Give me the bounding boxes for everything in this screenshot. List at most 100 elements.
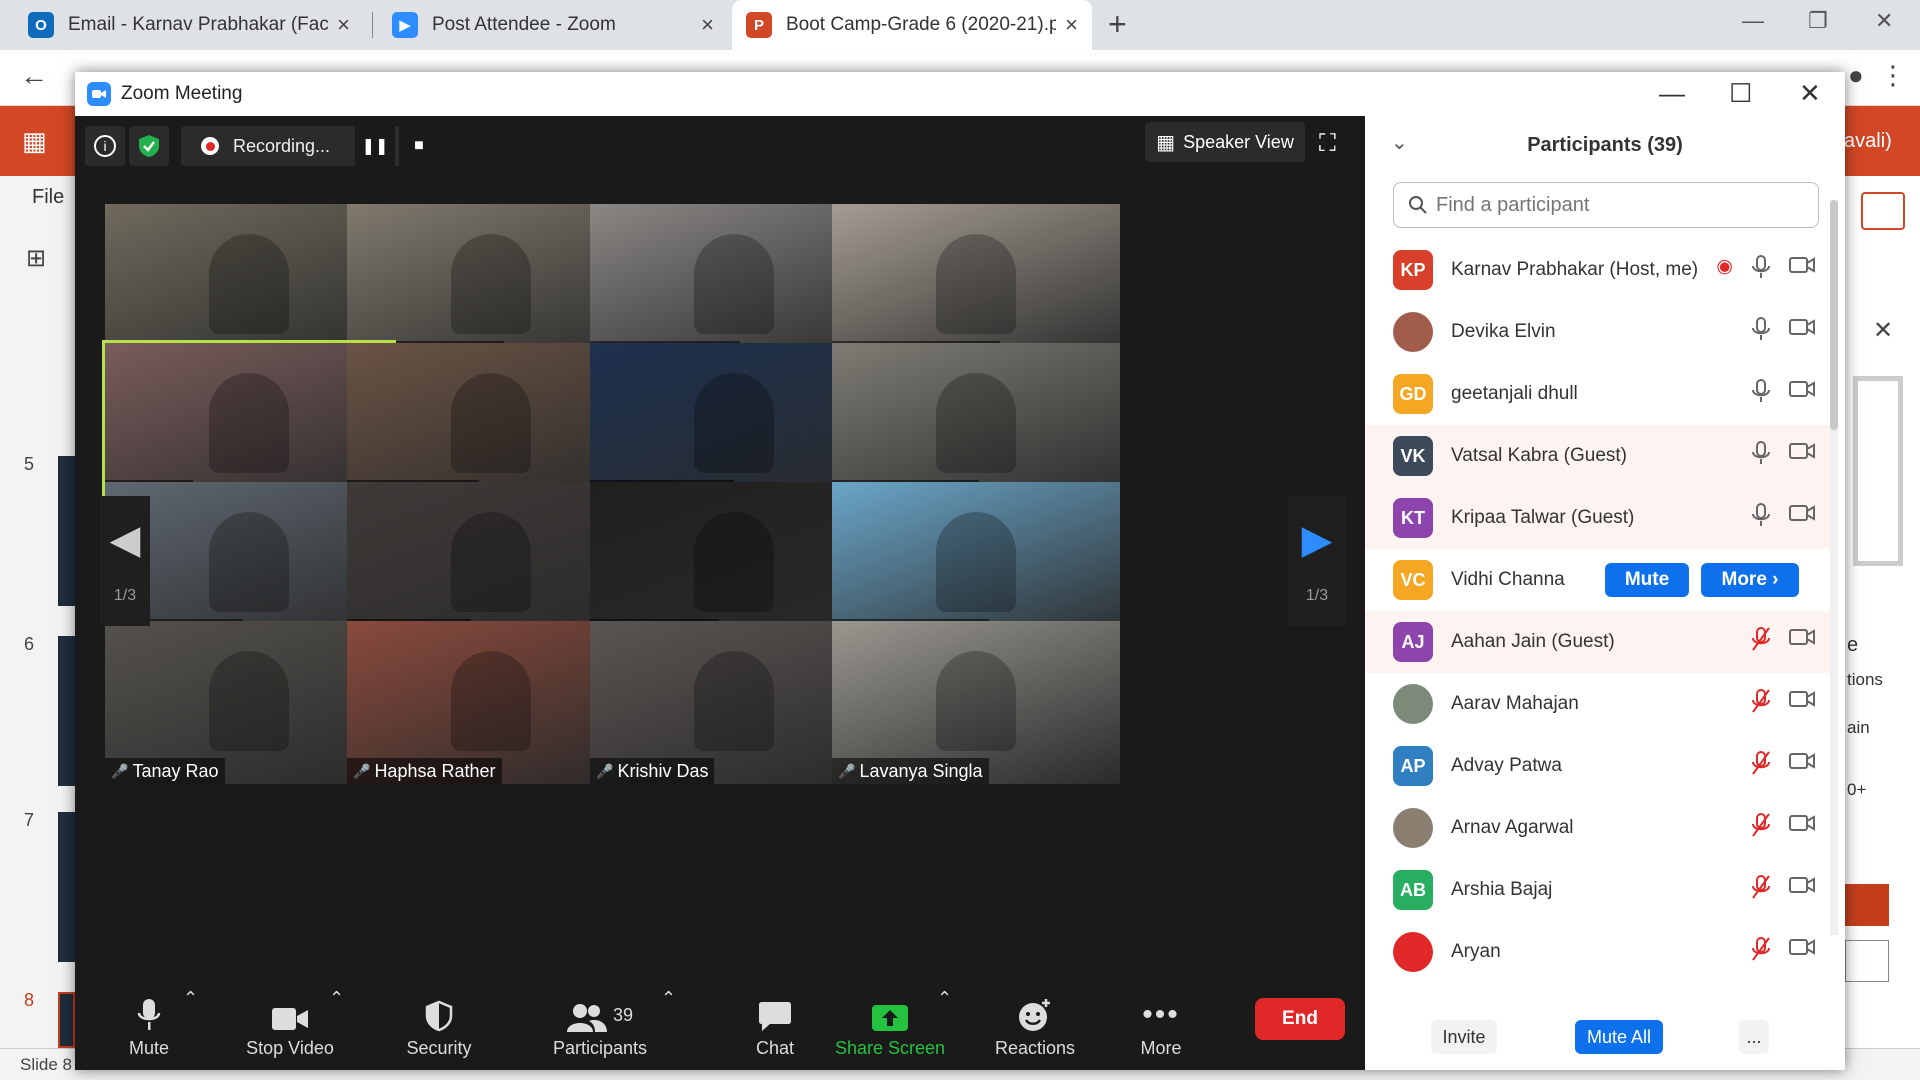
participant-row[interactable]: VK Vatsal Kabra (Guest) — [1365, 425, 1833, 487]
pane-button[interactable] — [1845, 884, 1889, 926]
speaker-view-button[interactable]: ▦ Speaker View — [1145, 122, 1305, 162]
more-options-button[interactable]: ... — [1739, 1020, 1769, 1054]
avatar — [1393, 312, 1433, 352]
participant-status-icons — [1751, 813, 1815, 843]
mute-all-button[interactable]: Mute All — [1575, 1020, 1663, 1054]
present-button[interactable] — [1861, 192, 1905, 230]
pane-text: e — [1847, 634, 1859, 656]
slideshow-icon[interactable]: ⊞ — [26, 244, 46, 273]
browser-tab-zoom[interactable]: ▶ Post Attendee - Zoom × — [378, 0, 728, 50]
chevron-up-icon[interactable]: ⌃ — [183, 988, 198, 1009]
menu-dots-icon[interactable]: ⋮ — [1880, 60, 1906, 91]
pause-recording-button[interactable]: ❚❚ — [355, 126, 395, 166]
previous-page-button[interactable]: ◀ 1/3 — [100, 496, 150, 626]
new-tab-button[interactable]: + — [1108, 6, 1127, 43]
participant-status-icons — [1751, 875, 1815, 905]
participant-row[interactable]: AB Arshia Bajaj — [1365, 859, 1833, 921]
minimize-icon[interactable]: — — [1742, 8, 1764, 34]
microphone-icon — [1751, 503, 1771, 533]
stop-icon: ■ — [414, 137, 424, 154]
search-input[interactable] — [1436, 193, 1796, 217]
camera-icon — [1789, 441, 1815, 471]
slide-thumbnail[interactable] — [58, 992, 75, 1048]
person-silhouette — [694, 512, 774, 612]
security-button[interactable]: Security — [389, 988, 489, 1059]
fullscreen-icon[interactable]: ⛶ — [1319, 130, 1336, 158]
avatar: KT — [1393, 498, 1433, 538]
muted-mic-icon: 🎤 — [353, 762, 371, 779]
chat-button[interactable]: Chat — [735, 988, 815, 1059]
chevron-up-icon[interactable]: ⌃ — [661, 988, 676, 1009]
stop-recording-button[interactable]: ■ — [399, 126, 439, 166]
slide-number: 5 — [24, 454, 35, 474]
more-button[interactable]: ••• More — [1121, 988, 1201, 1059]
participant-row[interactable]: Arnav Agarwal — [1365, 797, 1833, 859]
participants-scrollbar[interactable] — [1830, 200, 1838, 935]
browser-tab-email[interactable]: O Email - Karnav Prabhakar (Faculty × — [14, 0, 364, 50]
microphone-icon — [1751, 441, 1771, 471]
video-tile[interactable]: 🎤 Lavanya Singla — [832, 621, 1120, 784]
chevron-up-icon[interactable]: ⌃ — [329, 988, 344, 1009]
back-arrow-icon[interactable]: ← — [20, 60, 48, 92]
participant-name: Advay Patwa — [1451, 755, 1562, 776]
participant-row[interactable]: GD geetanjali dhull — [1365, 363, 1833, 425]
muted-mic-icon — [1751, 937, 1771, 967]
pane-button[interactable] — [1845, 940, 1889, 982]
participant-row[interactable]: Devika Elvin — [1365, 301, 1833, 363]
microphone-icon — [137, 988, 161, 1032]
browser-tab-powerpoint[interactable]: P Boot Camp-Grade 6 (2020-21).pp × — [732, 0, 1092, 50]
participants-button[interactable]: 39 Participants — [535, 988, 665, 1059]
close-icon[interactable]: ✕ — [1873, 316, 1893, 345]
slide-thumbnail[interactable] — [58, 636, 75, 786]
info-button[interactable]: i — [85, 126, 125, 166]
close-icon[interactable]: × — [337, 12, 350, 38]
row-more-button[interactable]: More › — [1701, 563, 1799, 597]
participant-name-label: 🎤 Tanay Rao — [105, 758, 225, 784]
participant-search[interactable] — [1393, 182, 1819, 228]
camera-icon — [1789, 813, 1815, 843]
participant-row[interactable]: KT Kripaa Talwar (Guest) — [1365, 487, 1833, 549]
next-page-button[interactable]: ▶ 1/3 — [1287, 496, 1347, 626]
slide-thumbnail[interactable] — [58, 812, 75, 962]
reactions-button[interactable]: Reactions — [975, 988, 1095, 1059]
encryption-button[interactable] — [129, 126, 169, 166]
row-mute-button[interactable]: Mute — [1605, 563, 1689, 597]
participants-title: Participants (39) — [1527, 134, 1683, 156]
chat-icon — [758, 988, 792, 1032]
share-screen-button[interactable]: Share Screen — [825, 988, 955, 1059]
tile-name: Lavanya Singla — [859, 760, 983, 781]
info-icon: i — [94, 135, 116, 157]
microphone-icon — [1751, 255, 1771, 285]
avatar — [1393, 808, 1433, 848]
file-menu[interactable]: File — [32, 186, 64, 209]
person-silhouette — [936, 234, 1016, 334]
invite-button[interactable]: Invite — [1431, 1020, 1497, 1054]
profile-icon[interactable]: ● — [1848, 60, 1864, 91]
end-meeting-button[interactable]: End — [1255, 998, 1345, 1040]
preview-box — [1853, 376, 1903, 566]
participant-row[interactable]: Aryan — [1365, 921, 1833, 983]
close-icon[interactable]: × — [701, 12, 714, 38]
scroll-thumb[interactable] — [1830, 200, 1838, 430]
more-label: More — [1140, 1038, 1182, 1058]
participant-row[interactable]: VC Vidhi Channa Mute More › — [1365, 549, 1833, 611]
chevron-up-icon[interactable]: ⌃ — [937, 988, 952, 1009]
shield-check-icon — [139, 135, 159, 157]
stop-video-label: Stop Video — [246, 1038, 334, 1058]
minimize-icon[interactable]: — — [1659, 78, 1685, 109]
maximize-icon[interactable]: ☐ — [1729, 78, 1752, 109]
chat-label: Chat — [755, 1038, 795, 1058]
participant-row[interactable]: AJ Aahan Jain (Guest) — [1365, 611, 1833, 673]
close-window-icon[interactable]: ✕ — [1875, 8, 1893, 34]
chevron-left-icon: ◀ — [109, 518, 141, 562]
close-icon[interactable]: × — [1065, 12, 1078, 38]
muted-mic-icon: 🎤 — [838, 762, 856, 779]
slide-thumbnail[interactable] — [58, 456, 75, 606]
participant-row[interactable]: AP Advay Patwa — [1365, 735, 1833, 797]
restore-icon[interactable]: ❐ — [1808, 8, 1828, 34]
participant-row[interactable]: Aarav Mahajan — [1365, 673, 1833, 735]
close-window-icon[interactable]: ✕ — [1799, 78, 1821, 109]
participant-row[interactable]: KP Karnav Prabhakar (Host, me) ◉ — [1365, 239, 1833, 301]
pane-text: 0+ — [1847, 780, 1867, 799]
ppt-app-launcher[interactable]: ▦ — [0, 106, 75, 176]
